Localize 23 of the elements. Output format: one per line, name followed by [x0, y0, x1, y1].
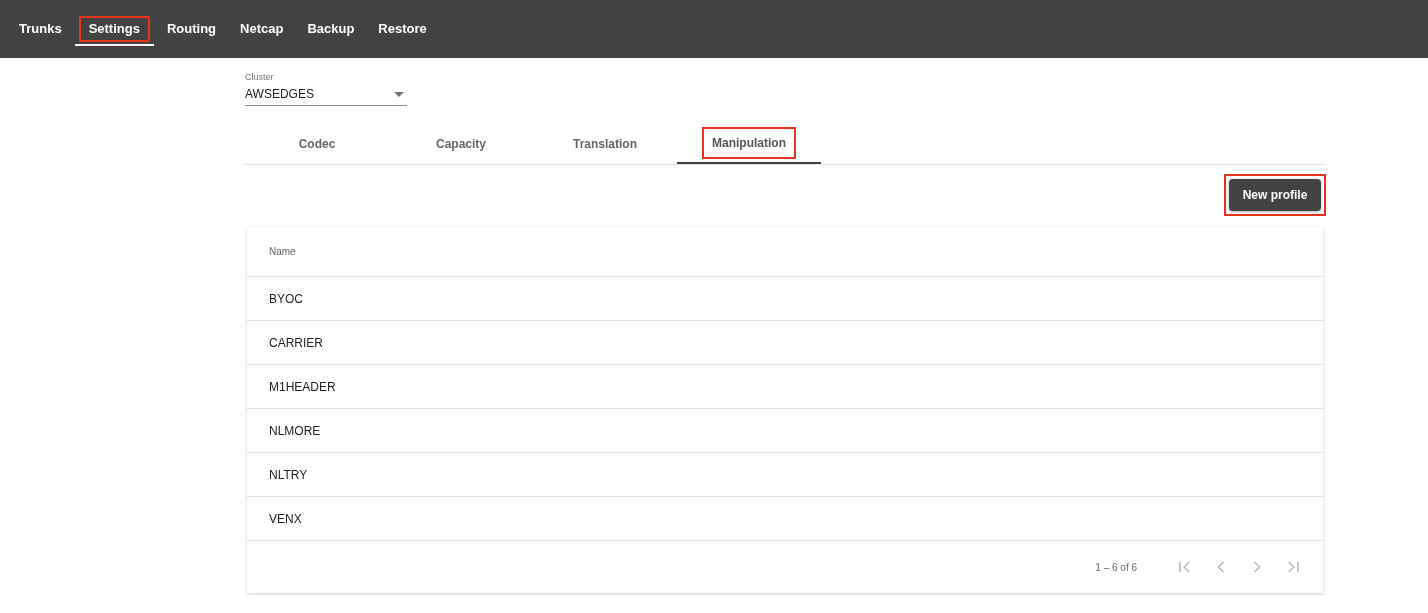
nav-tab[interactable]: Settings: [74, 12, 154, 46]
field-label: Cluster: [245, 72, 275, 82]
page-range: 1 – 6 of 6: [1095, 561, 1137, 573]
table-cell: CARRIER: [269, 335, 323, 350]
tab[interactable]: Codec: [245, 123, 389, 164]
nav-tab[interactable]: Restore: [367, 12, 438, 46]
nav-tab[interactable]: Trunks: [8, 12, 73, 46]
caret-icon: [394, 91, 404, 97]
table-cell: BYOC: [269, 291, 303, 306]
table-cell: VENX: [269, 511, 302, 526]
nav-tab[interactable]: Backup: [296, 12, 366, 46]
tab[interactable]: Manipulation: [677, 123, 821, 164]
table-cell: NLMORE: [269, 423, 321, 438]
table-cell: NLTRY: [269, 467, 308, 482]
select-value: AWSEDGES: [245, 87, 314, 101]
tab[interactable]: Translation: [533, 123, 677, 164]
nav-tab[interactable]: Routing: [155, 12, 227, 46]
column-header: Name: [269, 246, 296, 257]
tab[interactable]: Capacity: [389, 123, 533, 164]
new-profile-button[interactable]: New profile: [1229, 179, 1321, 211]
nav-tab[interactable]: Netcap: [229, 12, 295, 46]
table-cell: M1HEADER: [269, 379, 336, 394]
cluster-select[interactable]: Cluster AWSEDGES: [245, 72, 407, 106]
